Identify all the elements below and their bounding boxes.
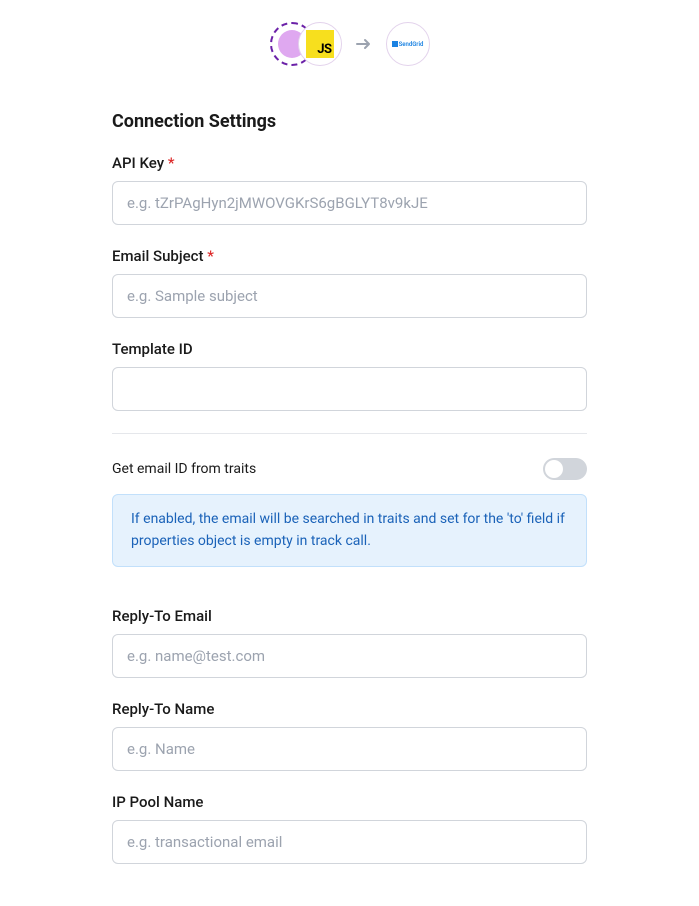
destination-icon-wrapper: SendGrid	[386, 22, 430, 66]
traits-info-box: If enabled, the email will be searched i…	[112, 494, 587, 567]
section-title: Connection Settings	[112, 111, 587, 132]
api-key-label: API Key *	[112, 154, 587, 172]
connection-header: JS SendGrid	[112, 22, 587, 66]
traits-toggle[interactable]	[543, 458, 587, 480]
reply-to-name-label: Reply-To Name	[112, 700, 587, 718]
traits-info-text: If enabled, the email will be searched i…	[131, 509, 568, 552]
api-key-group: API Key *	[112, 154, 587, 225]
ip-pool-name-group: IP Pool Name	[112, 793, 587, 864]
template-id-label: Template ID	[112, 340, 587, 358]
template-id-input[interactable]	[112, 367, 587, 411]
reply-to-email-input[interactable]	[112, 634, 587, 678]
toggle-knob	[545, 460, 563, 478]
email-subject-input[interactable]	[112, 274, 587, 318]
divider	[112, 433, 587, 434]
reply-to-email-label: Reply-To Email	[112, 607, 587, 625]
sendgrid-icon: SendGrid	[392, 41, 424, 48]
ip-pool-name-input[interactable]	[112, 820, 587, 864]
reply-to-email-group: Reply-To Email	[112, 607, 587, 678]
js-icon: JS	[306, 30, 334, 58]
js-icon-wrapper: JS	[298, 22, 342, 66]
required-indicator: *	[168, 154, 175, 172]
traits-toggle-label: Get email ID from traits	[112, 461, 256, 477]
ip-pool-name-label: IP Pool Name	[112, 793, 587, 811]
traits-toggle-row: Get email ID from traits	[112, 458, 587, 480]
required-indicator: *	[207, 247, 214, 265]
reply-to-name-group: Reply-To Name	[112, 700, 587, 771]
email-subject-group: Email Subject *	[112, 247, 587, 318]
template-id-group: Template ID	[112, 340, 587, 411]
api-key-input[interactable]	[112, 181, 587, 225]
source-icon-group: JS	[270, 22, 342, 66]
reply-to-name-input[interactable]	[112, 727, 587, 771]
arrow-right-icon	[356, 35, 372, 54]
email-subject-label: Email Subject *	[112, 247, 587, 265]
